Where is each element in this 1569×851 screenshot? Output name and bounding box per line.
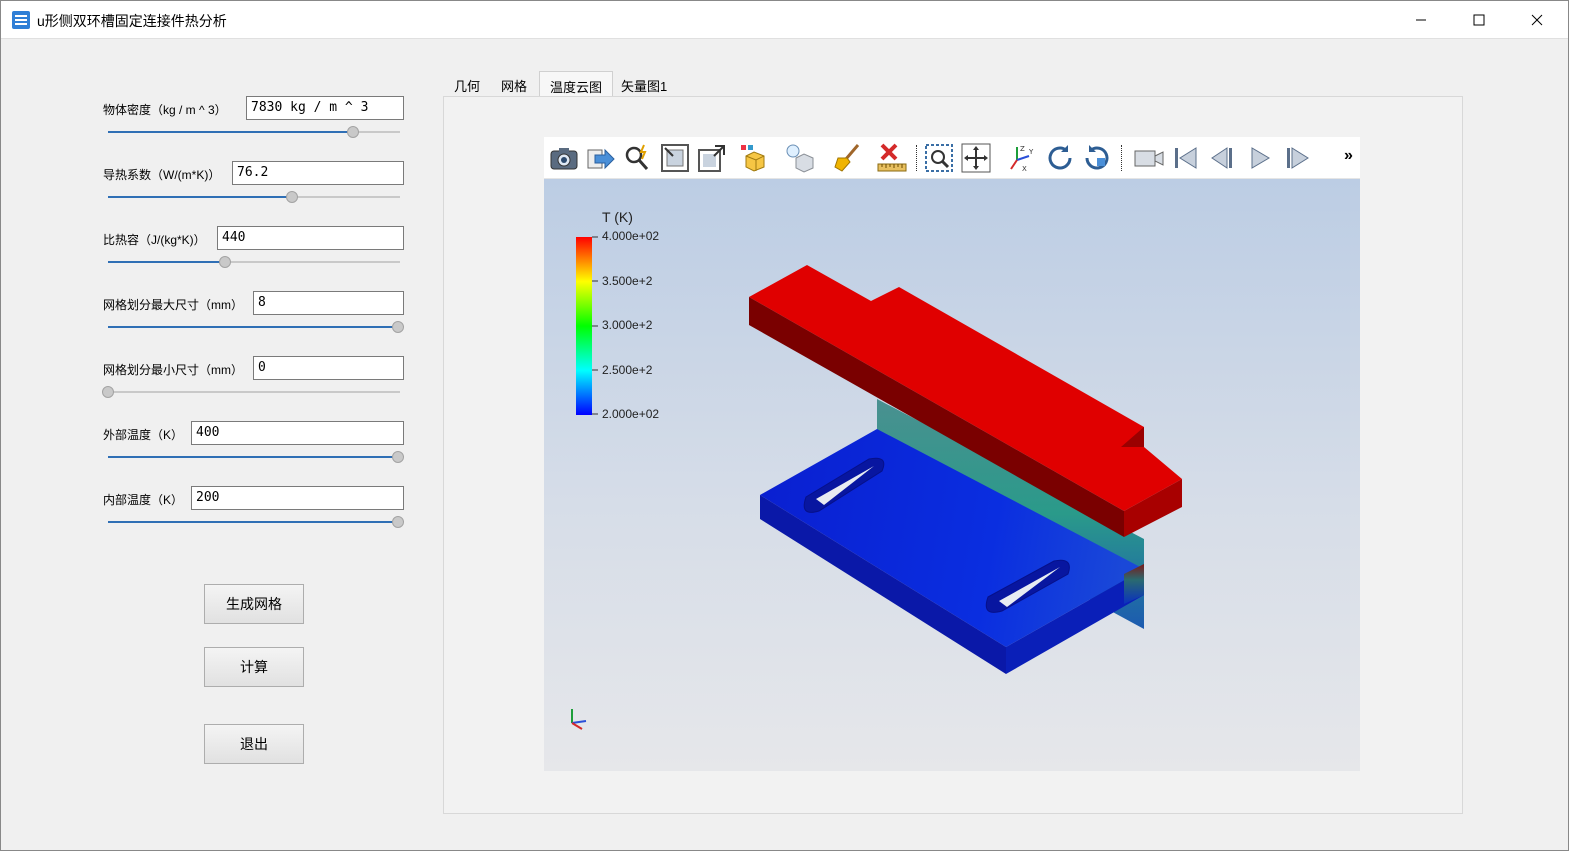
window-title: u形侧双环槽固定连接件热分析 xyxy=(37,13,227,29)
close-icon xyxy=(1531,14,1543,26)
conductivity-slider[interactable] xyxy=(108,191,400,203)
minimize-button[interactable] xyxy=(1392,1,1450,39)
conductivity-input[interactable]: 76.2 xyxy=(232,161,404,185)
ruler-icon[interactable] xyxy=(876,142,908,174)
mesh-max-slider[interactable] xyxy=(108,321,404,333)
tab-geometry[interactable]: 几何 xyxy=(444,71,490,97)
toolbar-separator xyxy=(1121,145,1123,171)
first-frame-icon[interactable] xyxy=(1170,142,1202,174)
mesh-max-label: 网格划分最大尺寸（mm） xyxy=(103,298,243,312)
video-icon[interactable] xyxy=(1133,142,1165,174)
camera-icon[interactable] xyxy=(548,142,580,174)
outer-temp-slider[interactable] xyxy=(108,451,404,463)
play-icon[interactable] xyxy=(1244,142,1276,174)
app-icon xyxy=(12,11,30,29)
orientation-axes xyxy=(571,709,587,730)
maximize-icon xyxy=(1473,14,1485,26)
slider-thumb[interactable] xyxy=(392,451,404,463)
tab-mesh[interactable]: 网格 xyxy=(491,71,537,97)
viewer-toolbar: Z Y X » xyxy=(544,137,1360,179)
slider-thumb[interactable] xyxy=(285,191,298,203)
probe-icon[interactable] xyxy=(622,142,654,174)
svg-text:Y: Y xyxy=(1028,148,1034,156)
toolbar-overflow-button[interactable]: » xyxy=(1344,147,1353,165)
prev-frame-icon[interactable] xyxy=(1207,142,1239,174)
slider-thumb[interactable] xyxy=(218,256,231,268)
next-frame-icon[interactable] xyxy=(1281,142,1313,174)
fit-view-icon[interactable] xyxy=(659,142,691,174)
app-window: u形侧双环槽固定连接件热分析 物体密度（kg / m ^ 3） 7830 kg … xyxy=(0,0,1569,851)
generate-mesh-button[interactable]: 生成网格 xyxy=(204,584,304,624)
result-viewer: Z Y X » T (K) 4.000e+02 3.500e+2 3.000e+… xyxy=(544,137,1360,771)
maximize-button[interactable] xyxy=(1450,1,1508,39)
axes-icon[interactable]: Z Y X xyxy=(1005,142,1037,174)
outer-temp-label: 外部温度（K） xyxy=(103,428,184,442)
rotate-cw-icon[interactable] xyxy=(1044,142,1076,174)
minimize-icon xyxy=(1416,19,1426,21)
pan-icon[interactable] xyxy=(960,142,992,174)
compute-button[interactable]: 计算 xyxy=(204,647,304,687)
tab-temperature-contour[interactable]: 温度云图 xyxy=(539,71,614,97)
conductivity-label: 导热系数（W/(m*K)） xyxy=(103,168,221,182)
density-slider[interactable] xyxy=(108,126,400,138)
exit-button[interactable]: 退出 xyxy=(204,724,304,764)
clean-icon[interactable] xyxy=(832,142,864,174)
close-button[interactable] xyxy=(1508,1,1566,39)
density-input[interactable]: 7830 kg / m ^ 3 xyxy=(246,96,404,120)
inner-temp-input[interactable]: 200 xyxy=(191,486,404,510)
fullscreen-icon[interactable] xyxy=(696,142,728,174)
export-icon[interactable] xyxy=(585,142,617,174)
mesh-min-slider[interactable] xyxy=(102,386,400,398)
specific-heat-slider[interactable] xyxy=(108,256,400,268)
rotate-ccw-icon[interactable] xyxy=(1081,142,1113,174)
svg-text:X: X xyxy=(1022,165,1027,173)
inner-temp-label: 内部温度（K） xyxy=(103,493,184,507)
zoom-box-icon[interactable] xyxy=(923,142,955,174)
slider-thumb[interactable] xyxy=(392,516,404,528)
specific-heat-label: 比热容（J/(kg*K)） xyxy=(103,233,206,247)
tab-vector-plot[interactable]: 矢量图1 xyxy=(611,71,677,97)
temperature-contour-model xyxy=(571,265,1182,730)
light-icon[interactable] xyxy=(784,142,816,174)
slider-thumb[interactable] xyxy=(392,321,404,333)
render-viewport[interactable]: T (K) 4.000e+02 3.500e+2 3.000e+2 2.500e… xyxy=(544,179,1360,771)
title-bar[interactable]: u形侧双环槽固定连接件热分析 xyxy=(1,1,1568,39)
box-view-icon[interactable] xyxy=(738,142,770,174)
mesh-min-label: 网格划分最小尺寸（mm） xyxy=(103,363,243,377)
density-label: 物体密度（kg / m ^ 3） xyxy=(103,103,227,117)
slider-thumb[interactable] xyxy=(347,126,360,138)
inner-temp-slider[interactable] xyxy=(108,516,404,528)
slider-thumb[interactable] xyxy=(102,386,114,398)
mesh-max-input[interactable]: 8 xyxy=(253,291,404,315)
mesh-min-input[interactable]: 0 xyxy=(253,356,404,380)
toolbar-separator xyxy=(916,145,918,171)
outer-temp-input[interactable]: 400 xyxy=(191,421,404,445)
specific-heat-input[interactable]: 440 xyxy=(217,226,404,250)
svg-text:Z: Z xyxy=(1020,145,1025,153)
